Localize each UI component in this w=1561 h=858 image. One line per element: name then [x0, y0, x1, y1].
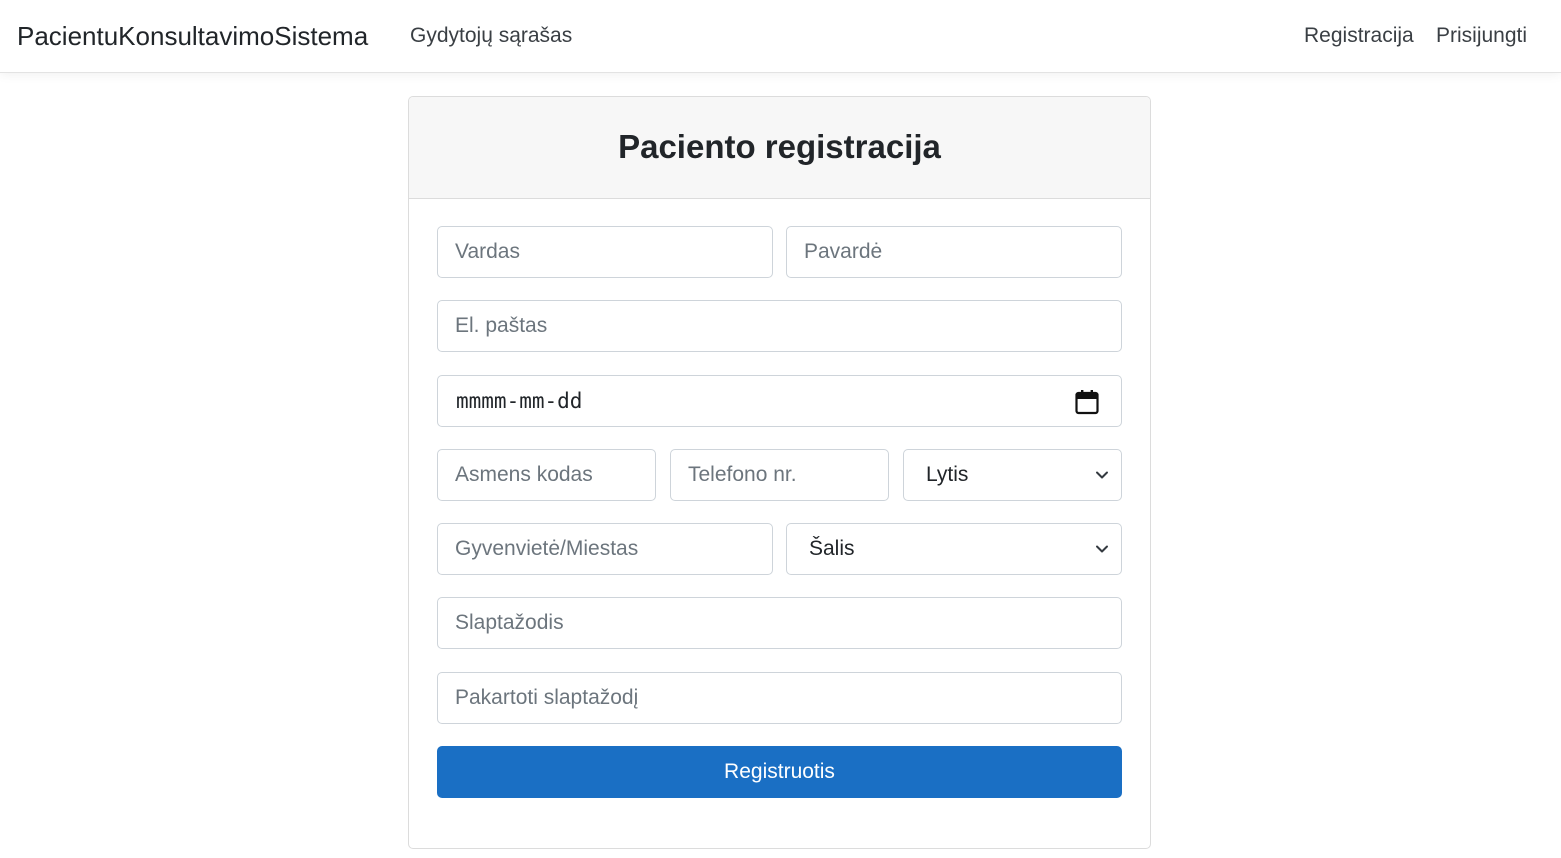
gender-select[interactable]: Lytis — [903, 449, 1122, 501]
chevron-down-icon — [1096, 545, 1108, 553]
nav-link-login[interactable]: Prisijungti — [1436, 22, 1527, 50]
nav-link-doctors[interactable]: Gydytojų sąrašas — [410, 22, 572, 50]
first-name-input[interactable] — [437, 226, 773, 278]
birth-date-placeholder: mmmm-mm-dd — [456, 389, 583, 413]
registration-card: Paciento registracija mmmm-mm-dd Lytis Š… — [408, 96, 1151, 849]
register-button[interactable]: Registruotis — [437, 746, 1122, 798]
repeat-password-input[interactable] — [437, 672, 1122, 724]
gender-select-value: Lytis — [926, 463, 969, 486]
phone-input[interactable] — [670, 449, 889, 501]
city-input[interactable] — [437, 523, 773, 575]
card-header: Paciento registracija — [409, 97, 1150, 199]
personal-code-input[interactable] — [437, 449, 656, 501]
email-input[interactable] — [437, 300, 1122, 352]
last-name-input[interactable] — [786, 226, 1122, 278]
country-select[interactable]: Šalis — [786, 523, 1122, 575]
brand-link[interactable]: PacientuKonsultavimoSistema — [17, 20, 368, 52]
chevron-down-icon — [1096, 471, 1108, 479]
password-input[interactable] — [437, 597, 1122, 649]
calendar-icon[interactable] — [1075, 389, 1099, 415]
country-select-value: Šalis — [809, 537, 855, 560]
birth-date-input[interactable]: mmmm-mm-dd — [437, 375, 1122, 427]
page-title: Paciento registracija — [618, 128, 941, 165]
top-navbar: PacientuKonsultavimoSistema Gydytojų sąr… — [0, 0, 1561, 73]
nav-link-register[interactable]: Registracija — [1304, 22, 1414, 50]
